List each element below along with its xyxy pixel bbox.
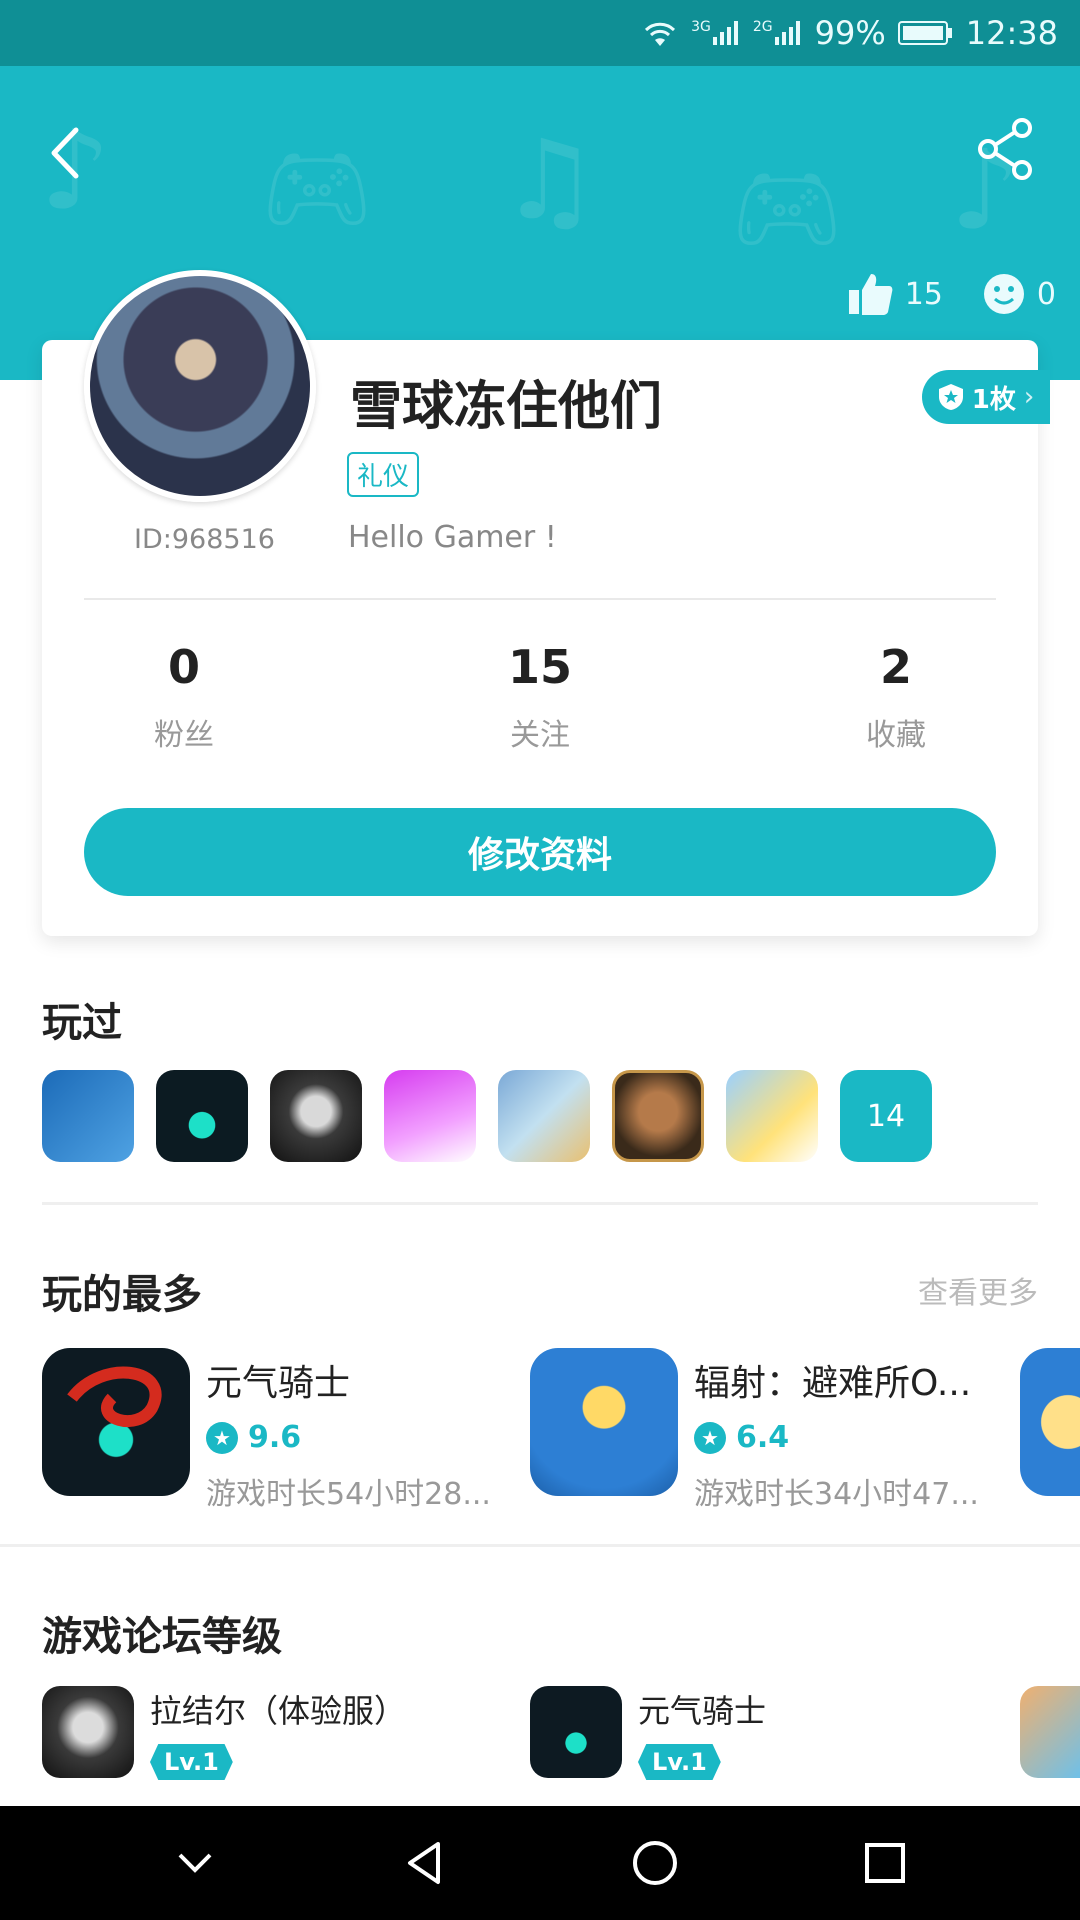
level-badge: Lv.1 [638, 1744, 721, 1780]
stat-fans[interactable]: 0 粉丝 [84, 640, 284, 754]
forum-game-name: 拉结尔（体验服） [150, 1692, 407, 1730]
level-badge: Lv.1 [150, 1744, 233, 1780]
status-bar: 3G 2G 99% 12:38 [0, 0, 1080, 66]
system-nav-bar [0, 1806, 1080, 1920]
game-name: 辐射：避难所O... [694, 1363, 972, 1404]
music-note-icon: ♫ [500, 116, 599, 244]
swirl-icon [67, 1366, 162, 1428]
profile-card: ID:968516 雪球冻住他们 礼仪 Hello Gamer ! 1枚 › 0… [42, 270, 1050, 936]
game-icon-fallout-shelter[interactable] [42, 1070, 134, 1162]
most-played-item[interactable]: 元气骑士 ★ 9.6 游戏时长54小时28... [42, 1348, 491, 1513]
star-icon: ★ [206, 1421, 238, 1454]
divider [42, 1202, 1038, 1205]
smile-count: 0 [1036, 276, 1056, 312]
like-counter[interactable]: 15 [847, 272, 943, 316]
user-id: ID:968516 [134, 524, 275, 555]
stat-following[interactable]: 15 关注 [440, 640, 640, 754]
stat-label: 粉丝 [154, 718, 214, 753]
badge-shield-icon [938, 384, 963, 410]
hide-keyboard-chevron-icon[interactable] [170, 1843, 220, 1883]
back-triangle-icon[interactable] [400, 1838, 450, 1888]
signature: Hello Gamer ! [348, 520, 557, 555]
rating-value: 6.4 [736, 1420, 790, 1455]
badge-label: 1枚 [971, 384, 1016, 415]
game-icon-lazaar [42, 1686, 134, 1778]
see-more-link[interactable]: 查看更多 [918, 1268, 1038, 1312]
share-button[interactable] [974, 114, 1040, 184]
like-count: 15 [904, 276, 943, 312]
game-rating: ★ 9.6 [206, 1420, 491, 1455]
divider [84, 598, 996, 600]
play-time: 游戏时长54小时28... [206, 1477, 491, 1512]
thumbs-up-icon [848, 274, 893, 315]
game-icon-soul-knight[interactable] [156, 1070, 248, 1162]
stat-value: 2 [879, 640, 912, 694]
stat-label: 关注 [510, 718, 570, 753]
gamepad-icon: 🎮︎ [730, 156, 845, 261]
game-icon-fallout-shelter [530, 1348, 678, 1496]
battery-icon [897, 19, 954, 47]
played-games-list: 14 [42, 1070, 932, 1162]
game-icon-lazaar[interactable] [270, 1070, 362, 1162]
home-circle-icon[interactable] [630, 1838, 680, 1888]
game-icon-rabbit[interactable] [384, 1070, 476, 1162]
game-name: 元气骑士 [206, 1363, 351, 1404]
stat-label: 收藏 [866, 718, 926, 753]
play-time: 游戏时长34小时47... [694, 1477, 979, 1512]
battery-percent: 99% [814, 14, 886, 52]
game-icon-soul-knight [42, 1348, 190, 1496]
clock: 12:38 [965, 14, 1058, 52]
stat-value: 0 [167, 640, 200, 694]
stat-favorites[interactable]: 2 收藏 [796, 640, 996, 754]
wifi-icon [641, 18, 679, 48]
signal-2g-icon: 2G [753, 19, 803, 47]
back-arrow-icon [51, 127, 79, 179]
game-icon-soul-knight [530, 1686, 622, 1778]
edit-profile-button[interactable]: 修改资料 [84, 808, 996, 896]
game-icon-partial[interactable] [1020, 1348, 1080, 1496]
played-title: 玩过 [42, 1000, 122, 1046]
forum-level-item[interactable]: 元气骑士 Lv.1 [530, 1686, 766, 1780]
most-played-item[interactable]: 辐射：避难所O... ★ 6.4 游戏时长34小时47... [530, 1348, 979, 1513]
game-icon-warrior[interactable] [612, 1070, 704, 1162]
smile-counter[interactable]: 0 [983, 273, 1056, 315]
smiley-icon [983, 274, 1024, 314]
game-icon-nurse[interactable] [726, 1070, 818, 1162]
avatar[interactable] [84, 270, 316, 502]
game-icon-tom-and-jerry[interactable] [498, 1070, 590, 1162]
forum-level-title: 游戏论坛等级 [42, 1614, 282, 1660]
divider [0, 1544, 1080, 1547]
recents-square-icon[interactable] [860, 1838, 910, 1888]
user-tag[interactable]: 礼仪 [347, 452, 420, 497]
share-icon [978, 118, 1032, 180]
star-icon: ★ [694, 1421, 726, 1454]
most-played-title: 玩的最多 [42, 1272, 202, 1318]
forum-game-name: 元气骑士 [638, 1692, 767, 1730]
chevron-right-icon: › [1023, 382, 1035, 412]
forum-level-item[interactable]: 拉结尔（体验服） Lv.1 [42, 1686, 406, 1780]
signal-3g-icon: 3G [691, 19, 741, 47]
badge-button[interactable]: 1枚 › [922, 370, 1050, 424]
nickname: 雪球冻住他们 [350, 377, 663, 437]
played-more-count[interactable]: 14 [840, 1070, 932, 1162]
rating-value: 9.6 [248, 1420, 302, 1455]
game-rating: ★ 6.4 [694, 1420, 979, 1455]
stats-row: 0 粉丝 15 关注 2 收藏 [84, 640, 996, 754]
game-icon-partial[interactable] [1020, 1686, 1080, 1778]
gamepad-icon: 🎮︎ [260, 136, 375, 241]
back-button[interactable] [40, 118, 100, 188]
stat-value: 15 [507, 640, 572, 694]
